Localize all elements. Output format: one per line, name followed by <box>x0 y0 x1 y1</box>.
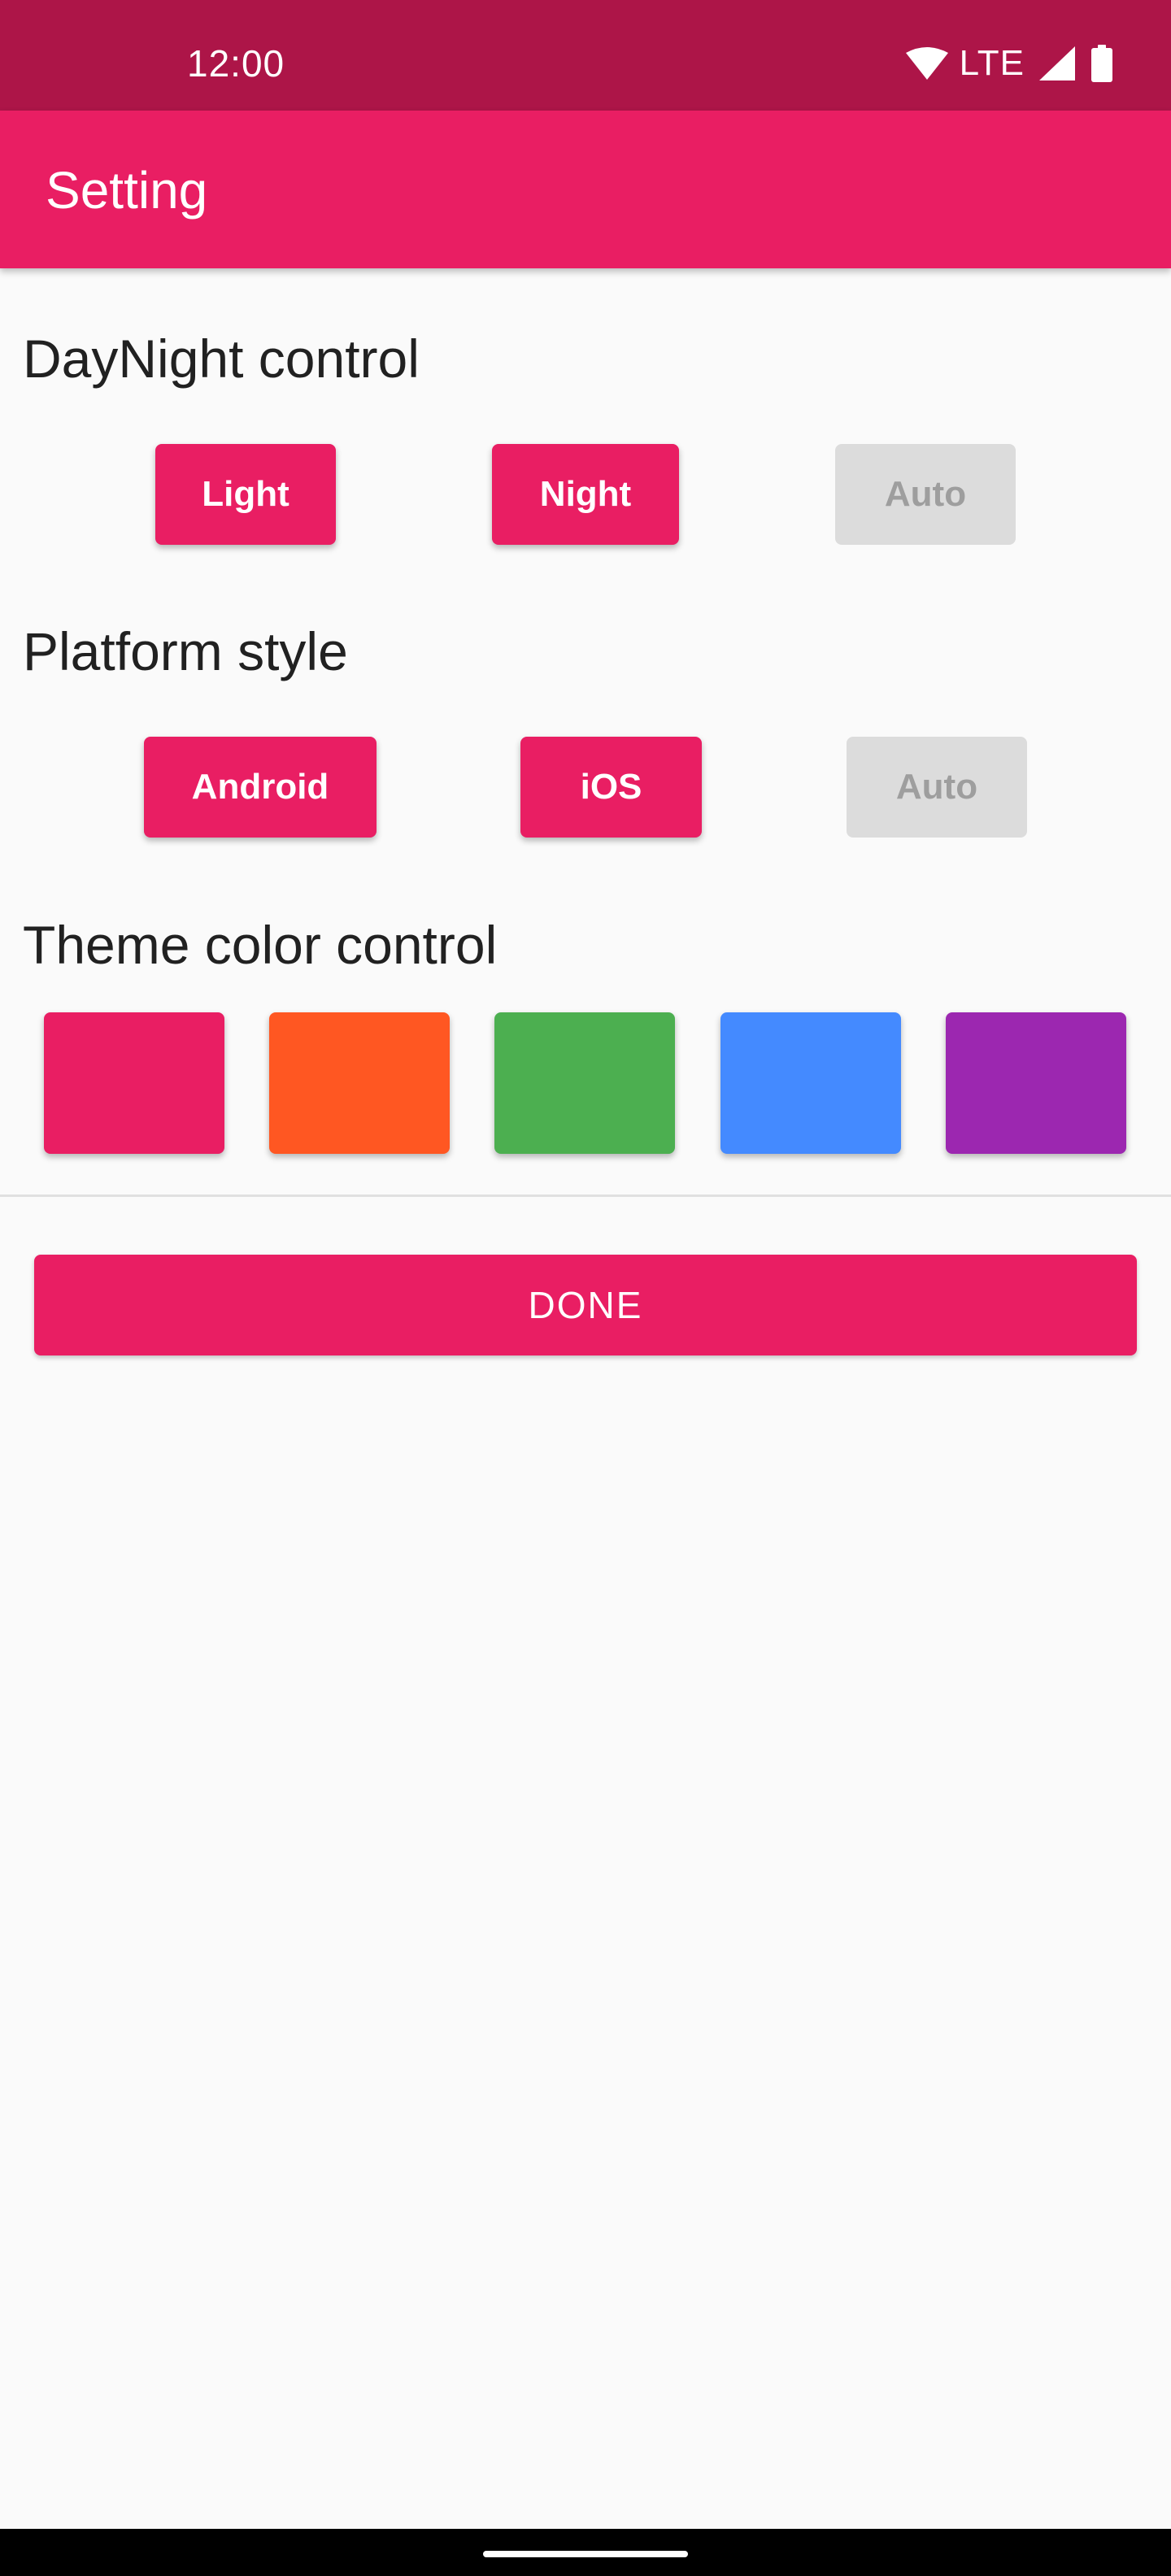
status-icons: LTE <box>905 43 1112 83</box>
signal-icon <box>1039 46 1075 80</box>
page-title: Setting <box>46 161 208 220</box>
daynight-auto-button[interactable]: Auto <box>835 444 1016 545</box>
night-button[interactable]: Night <box>492 444 679 545</box>
status-bar: 12:00 LTE <box>0 0 1171 111</box>
swatch-purple[interactable] <box>946 1012 1126 1154</box>
app-bar: Setting <box>0 111 1171 268</box>
swatch-pink[interactable] <box>44 1012 224 1154</box>
android-button[interactable]: Android <box>144 737 377 838</box>
battery-icon <box>1091 45 1112 82</box>
network-label: LTE <box>959 43 1025 83</box>
theme-section-title: Theme color control <box>23 915 498 975</box>
status-time: 12:00 <box>187 42 285 85</box>
divider <box>0 1194 1171 1197</box>
wifi-icon <box>905 47 948 80</box>
swatch-orange[interactable] <box>269 1012 450 1154</box>
swatch-blue[interactable] <box>720 1012 901 1154</box>
navigation-bar <box>0 2529 1171 2576</box>
daynight-section-title: DayNight control <box>23 329 420 389</box>
ios-button[interactable]: iOS <box>520 737 702 838</box>
home-handle[interactable] <box>483 2551 688 2557</box>
platform-section-title: Platform style <box>23 621 348 681</box>
done-button[interactable]: DONE <box>34 1255 1137 1355</box>
light-button[interactable]: Light <box>155 444 336 545</box>
swatch-green[interactable] <box>494 1012 675 1154</box>
platform-auto-button[interactable]: Auto <box>847 737 1027 838</box>
